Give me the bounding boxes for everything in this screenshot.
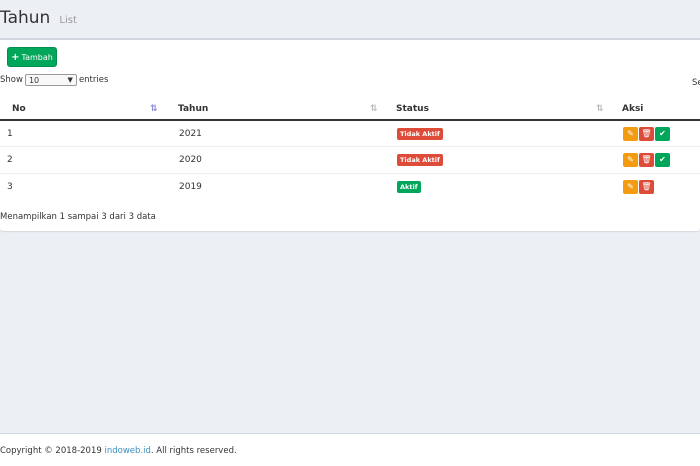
edit-button[interactable]: ✎ <box>623 152 638 167</box>
footer: Copyright © 2018-2019 indoweb.id. All ri… <box>0 433 700 466</box>
status-badge: Tidak Aktif <box>397 127 443 140</box>
trash-icon: 🗑 <box>641 155 652 165</box>
edit-button[interactable]: ✎ <box>623 179 638 194</box>
delete-button[interactable]: 🗑 <box>639 126 654 141</box>
sort-icon: ⇅ <box>596 104 604 114</box>
add-button-label: Tambah <box>21 52 53 62</box>
length-value: 10 <box>28 75 40 85</box>
page-subtitle: List <box>59 15 77 26</box>
length-control: Show 10 ▼ entries <box>0 74 108 86</box>
footer-suffix: . All rights reserved. <box>150 446 237 456</box>
trash-icon: 🗑 <box>641 182 652 191</box>
column-status[interactable]: Status ⇅ <box>390 98 616 121</box>
search-label: Se <box>692 78 700 88</box>
cell-no: 1 <box>0 119 172 147</box>
cell-tahun: 2021 <box>172 119 390 147</box>
table-header-row: No ⇅ Tahun ⇅ Status ⇅ Aksi <box>0 98 700 121</box>
add-button[interactable]: + Tambah <box>7 47 57 67</box>
sort-icon: ⇅ <box>370 104 378 114</box>
content-box: + Tambah Show 10 ▼ entries Se No ⇅ Tahun… <box>0 38 700 231</box>
check-icon: ✔ <box>659 155 666 165</box>
cell-tahun: 2020 <box>172 146 390 173</box>
length-suffix: entries <box>78 75 109 85</box>
column-no[interactable]: No ⇅ <box>0 98 172 121</box>
column-tahun[interactable]: Tahun ⇅ <box>172 98 390 121</box>
edit-icon: ✎ <box>627 129 634 138</box>
status-badge: Tidak Aktif <box>397 153 443 166</box>
sort-asc-icon: ⇅ <box>150 104 158 114</box>
table-info: Menampilkan 1 sampai 3 dari 3 data <box>0 212 156 222</box>
delete-button[interactable]: 🗑 <box>639 179 654 194</box>
table-row: 3 2019 Aktif ✎ 🗑 <box>0 172 700 200</box>
status-badge: Aktif <box>397 180 421 193</box>
activate-button[interactable]: ✔ <box>655 126 670 141</box>
chevron-down-icon: ▼ <box>67 76 73 84</box>
table-row: 1 2021 Tidak Aktif ✎ 🗑 ✔ <box>0 119 700 147</box>
plus-icon: + <box>11 51 20 63</box>
footer-link[interactable]: indoweb.id <box>104 446 150 456</box>
data-table: No ⇅ Tahun ⇅ Status ⇅ Aksi 1 2021 Tidak … <box>0 98 700 200</box>
page-header: Tahun List <box>0 0 700 38</box>
cell-no: 3 <box>0 172 172 200</box>
table-row: 2 2020 Tidak Aktif ✎ 🗑 ✔ <box>0 146 700 173</box>
trash-icon: 🗑 <box>641 129 652 138</box>
length-prefix: Show <box>0 75 23 85</box>
activate-button[interactable]: ✔ <box>655 152 670 167</box>
column-aksi: Aksi <box>616 98 700 121</box>
length-select[interactable]: 10 ▼ <box>24 74 77 86</box>
check-icon: ✔ <box>659 129 666 138</box>
page-title: Tahun <box>0 8 51 28</box>
delete-button[interactable]: 🗑 <box>639 152 654 167</box>
cell-no: 2 <box>0 146 172 173</box>
cell-tahun: 2019 <box>172 172 390 200</box>
edit-icon: ✎ <box>627 182 634 191</box>
footer-prefix: Copyright © 2018-2019 <box>0 446 105 456</box>
edit-icon: ✎ <box>627 155 634 165</box>
edit-button[interactable]: ✎ <box>623 126 638 141</box>
